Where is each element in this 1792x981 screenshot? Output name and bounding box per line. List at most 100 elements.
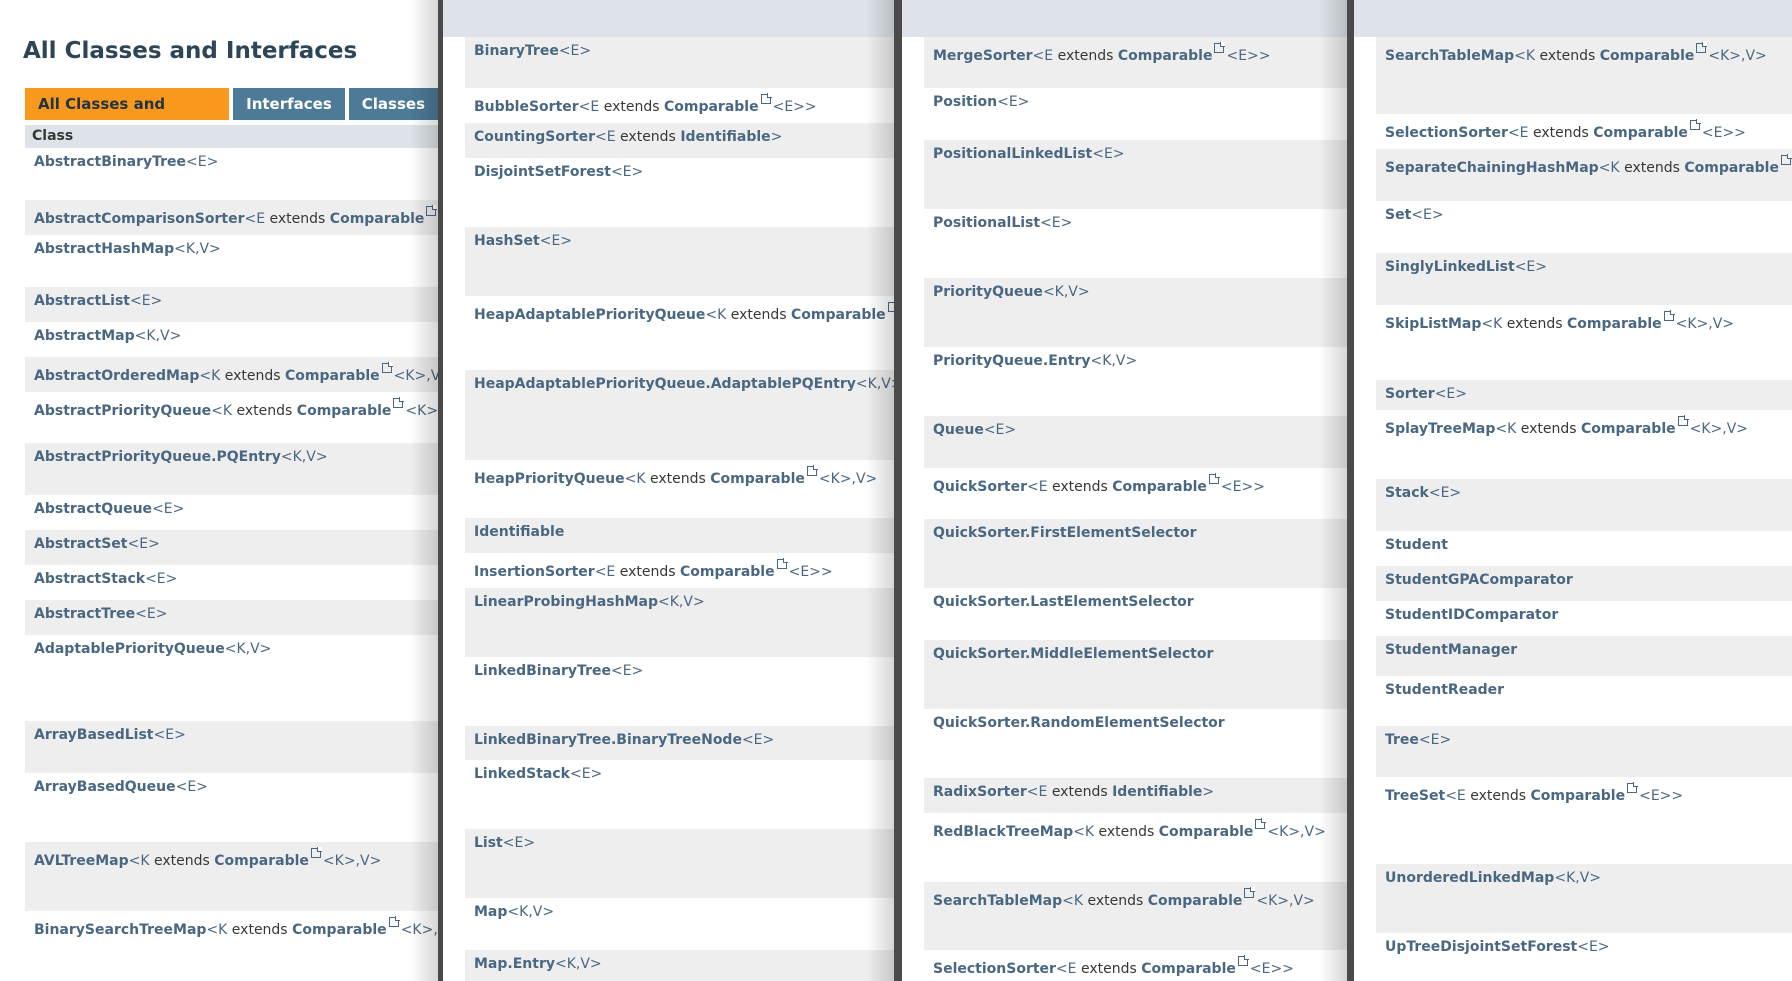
extends-keyword: extends (1051, 784, 1113, 800)
class-link-radixsorter[interactable]: RadixSorter (933, 784, 1027, 800)
class-link-heapadaptablepriorityqueue[interactable]: HeapAdaptablePriorityQueue (474, 307, 705, 323)
comparable-link[interactable]: Comparable (1593, 125, 1688, 141)
class-link-searchtablemap[interactable]: SearchTableMap (1385, 48, 1514, 64)
class-link-quicksorter-middleelementselector[interactable]: QuickSorter.MiddleElementSelector (933, 646, 1213, 662)
class-link-abstractset[interactable]: AbstractSet (34, 536, 128, 552)
class-link-unorderedlinkedmap[interactable]: UnorderedLinkedMap (1385, 870, 1554, 886)
class-entry: AbstractOrderedMap<K extends Comparable <… (34, 362, 438, 384)
tab-classes[interactable]: Classes (348, 88, 438, 120)
class-link-sorter[interactable]: Sorter (1385, 386, 1435, 402)
comparable-link[interactable]: Comparable (1118, 48, 1213, 64)
class-link-heapadaptablepriorityqueue-adaptablepqentry[interactable]: HeapAdaptablePriorityQueue.AdaptablePQEn… (474, 376, 856, 392)
class-link-map[interactable]: Map (474, 904, 507, 920)
pane-divider (1347, 0, 1354, 981)
class-link-linkedbinarytree[interactable]: LinkedBinaryTree (474, 663, 611, 679)
class-link-abstractbinarytree[interactable]: AbstractBinaryTree (34, 154, 186, 170)
comparable-link[interactable]: Comparable (1148, 893, 1243, 909)
class-link-mergesorter[interactable]: MergeSorter (933, 48, 1033, 64)
class-link-countingsorter[interactable]: CountingSorter (474, 129, 595, 145)
class-link-treeset[interactable]: TreeSet (1385, 788, 1445, 804)
class-link-positionallist[interactable]: PositionalList (933, 215, 1040, 231)
comparable-link[interactable]: Comparable (1581, 421, 1676, 437)
class-link-quicksorter-randomelementselector[interactable]: QuickSorter.RandomElementSelector (933, 715, 1225, 731)
class-link-abstractqueue[interactable]: AbstractQueue (34, 501, 152, 517)
type-params: <K>,V> (400, 922, 438, 938)
identifiable-link[interactable]: Identifiable (680, 129, 770, 145)
class-link-priorityqueue[interactable]: PriorityQueue (933, 284, 1043, 300)
class-link-linkedbinarytree-binarytreenode[interactable]: LinkedBinaryTree.BinaryTreeNode (474, 732, 742, 748)
class-link-abstracthashmap[interactable]: AbstractHashMap (34, 241, 174, 257)
class-link-studentmanager[interactable]: StudentManager (1385, 642, 1517, 658)
class-link-studentgpacomparator[interactable]: StudentGPAComparator (1385, 572, 1573, 588)
class-row-searchtablemap: SearchTableMap<K extends Comparable <K>,V… (1376, 37, 1792, 114)
comparable-link[interactable]: Comparable (1684, 160, 1779, 176)
class-link-set[interactable]: Set (1385, 207, 1411, 223)
comparable-link[interactable]: Comparable (214, 853, 309, 869)
class-link-splaytreemap[interactable]: SplayTreeMap (1385, 421, 1495, 437)
class-link-separatechaininghashmap[interactable]: SeparateChainingHashMap (1385, 160, 1599, 176)
comparable-link[interactable]: Comparable (680, 564, 775, 580)
class-link-avltreemap[interactable]: AVLTreeMap (34, 853, 129, 869)
comparable-link[interactable]: Comparable (664, 99, 759, 115)
comparable-link[interactable]: Comparable (330, 211, 425, 227)
class-link-searchtablemap[interactable]: SearchTableMap (933, 893, 1062, 909)
class-link-abstractcomparisonsorter[interactable]: AbstractComparisonSorter (34, 211, 245, 227)
class-link-skiplistmap[interactable]: SkipListMap (1385, 316, 1481, 332)
comparable-link[interactable]: Comparable (791, 307, 886, 323)
type-params: <E> (1040, 215, 1073, 231)
comparable-link[interactable]: Comparable (297, 403, 392, 419)
class-link-uptreedisjointsetforest[interactable]: UpTreeDisjointSetForest (1385, 939, 1577, 955)
class-link-identifiable[interactable]: Identifiable (474, 524, 564, 540)
identifiable-link[interactable]: Identifiable (1112, 784, 1202, 800)
class-link-adaptablepriorityqueue[interactable]: AdaptablePriorityQueue (34, 641, 225, 657)
comparable-link[interactable]: Comparable (1600, 48, 1695, 64)
class-link-bubblesorter[interactable]: BubbleSorter (474, 99, 579, 115)
class-link-abstractmap[interactable]: AbstractMap (34, 328, 135, 344)
comparable-link[interactable]: Comparable (1159, 824, 1254, 840)
class-link-disjointsetforest[interactable]: DisjointSetForest (474, 164, 611, 180)
class-link-redblacktreemap[interactable]: RedBlackTreeMap (933, 824, 1073, 840)
class-link-map-entry[interactable]: Map.Entry (474, 956, 555, 972)
class-link-arraybasedqueue[interactable]: ArrayBasedQueue (34, 779, 176, 795)
class-link-list[interactable]: List (474, 835, 503, 851)
class-link-linearprobinghashmap[interactable]: LinearProbingHashMap (474, 594, 658, 610)
comparable-link[interactable]: Comparable (1112, 479, 1207, 495)
tab-interfaces[interactable]: Interfaces (233, 88, 345, 120)
class-link-studentreader[interactable]: StudentReader (1385, 682, 1504, 698)
tab-all-classes-and-interfaces[interactable]: All Classes and Interfaces (25, 88, 230, 145)
type-params: <E>> (1226, 48, 1271, 64)
class-link-selectionsorter[interactable]: SelectionSorter (1385, 125, 1508, 141)
class-link-heappriorityqueue[interactable]: HeapPriorityQueue (474, 471, 625, 487)
class-link-positionallinkedlist[interactable]: PositionalLinkedList (933, 146, 1092, 162)
class-link-insertionsorter[interactable]: InsertionSorter (474, 564, 595, 580)
class-link-tree[interactable]: Tree (1385, 732, 1419, 748)
class-link-abstractorderedmap[interactable]: AbstractOrderedMap (34, 368, 199, 384)
comparable-link[interactable]: Comparable (292, 922, 387, 938)
comparable-link[interactable]: Comparable (1567, 316, 1662, 332)
class-link-selectionsorter[interactable]: SelectionSorter (933, 961, 1056, 977)
comparable-link[interactable]: Comparable (710, 471, 805, 487)
class-link-binarysearchtreemap[interactable]: BinarySearchTreeMap (34, 922, 206, 938)
class-link-arraybasedlist[interactable]: ArrayBasedList (34, 727, 154, 743)
class-link-stack[interactable]: Stack (1385, 485, 1429, 501)
class-link-queue[interactable]: Queue (933, 422, 984, 438)
class-link-quicksorter-firstelementselector[interactable]: QuickSorter.FirstElementSelector (933, 525, 1197, 541)
class-link-position[interactable]: Position (933, 94, 997, 110)
class-link-abstractpriorityqueue-pqentry[interactable]: AbstractPriorityQueue.PQEntry (34, 449, 281, 465)
class-link-hashset[interactable]: HashSet (474, 233, 540, 249)
class-link-binarytree[interactable]: BinaryTree (474, 43, 559, 59)
class-link-singlylinkedlist[interactable]: SinglyLinkedList (1385, 259, 1515, 275)
comparable-link[interactable]: Comparable (1530, 788, 1625, 804)
class-link-quicksorter[interactable]: QuickSorter (933, 479, 1027, 495)
comparable-link[interactable]: Comparable (285, 368, 380, 384)
class-link-abstractlist[interactable]: AbstractList (34, 293, 130, 309)
class-link-abstractpriorityqueue[interactable]: AbstractPriorityQueue (34, 403, 211, 419)
class-link-studentidcomparator[interactable]: StudentIDComparator (1385, 607, 1558, 623)
class-link-abstractstack[interactable]: AbstractStack (34, 571, 145, 587)
class-link-linkedstack[interactable]: LinkedStack (474, 766, 570, 782)
class-link-student[interactable]: Student (1385, 537, 1448, 553)
class-link-priorityqueue-entry[interactable]: PriorityQueue.Entry (933, 353, 1091, 369)
comparable-link[interactable]: Comparable (1141, 961, 1236, 977)
class-link-quicksorter-lastelementselector[interactable]: QuickSorter.LastElementSelector (933, 594, 1194, 610)
class-link-abstracttree[interactable]: AbstractTree (34, 606, 135, 622)
